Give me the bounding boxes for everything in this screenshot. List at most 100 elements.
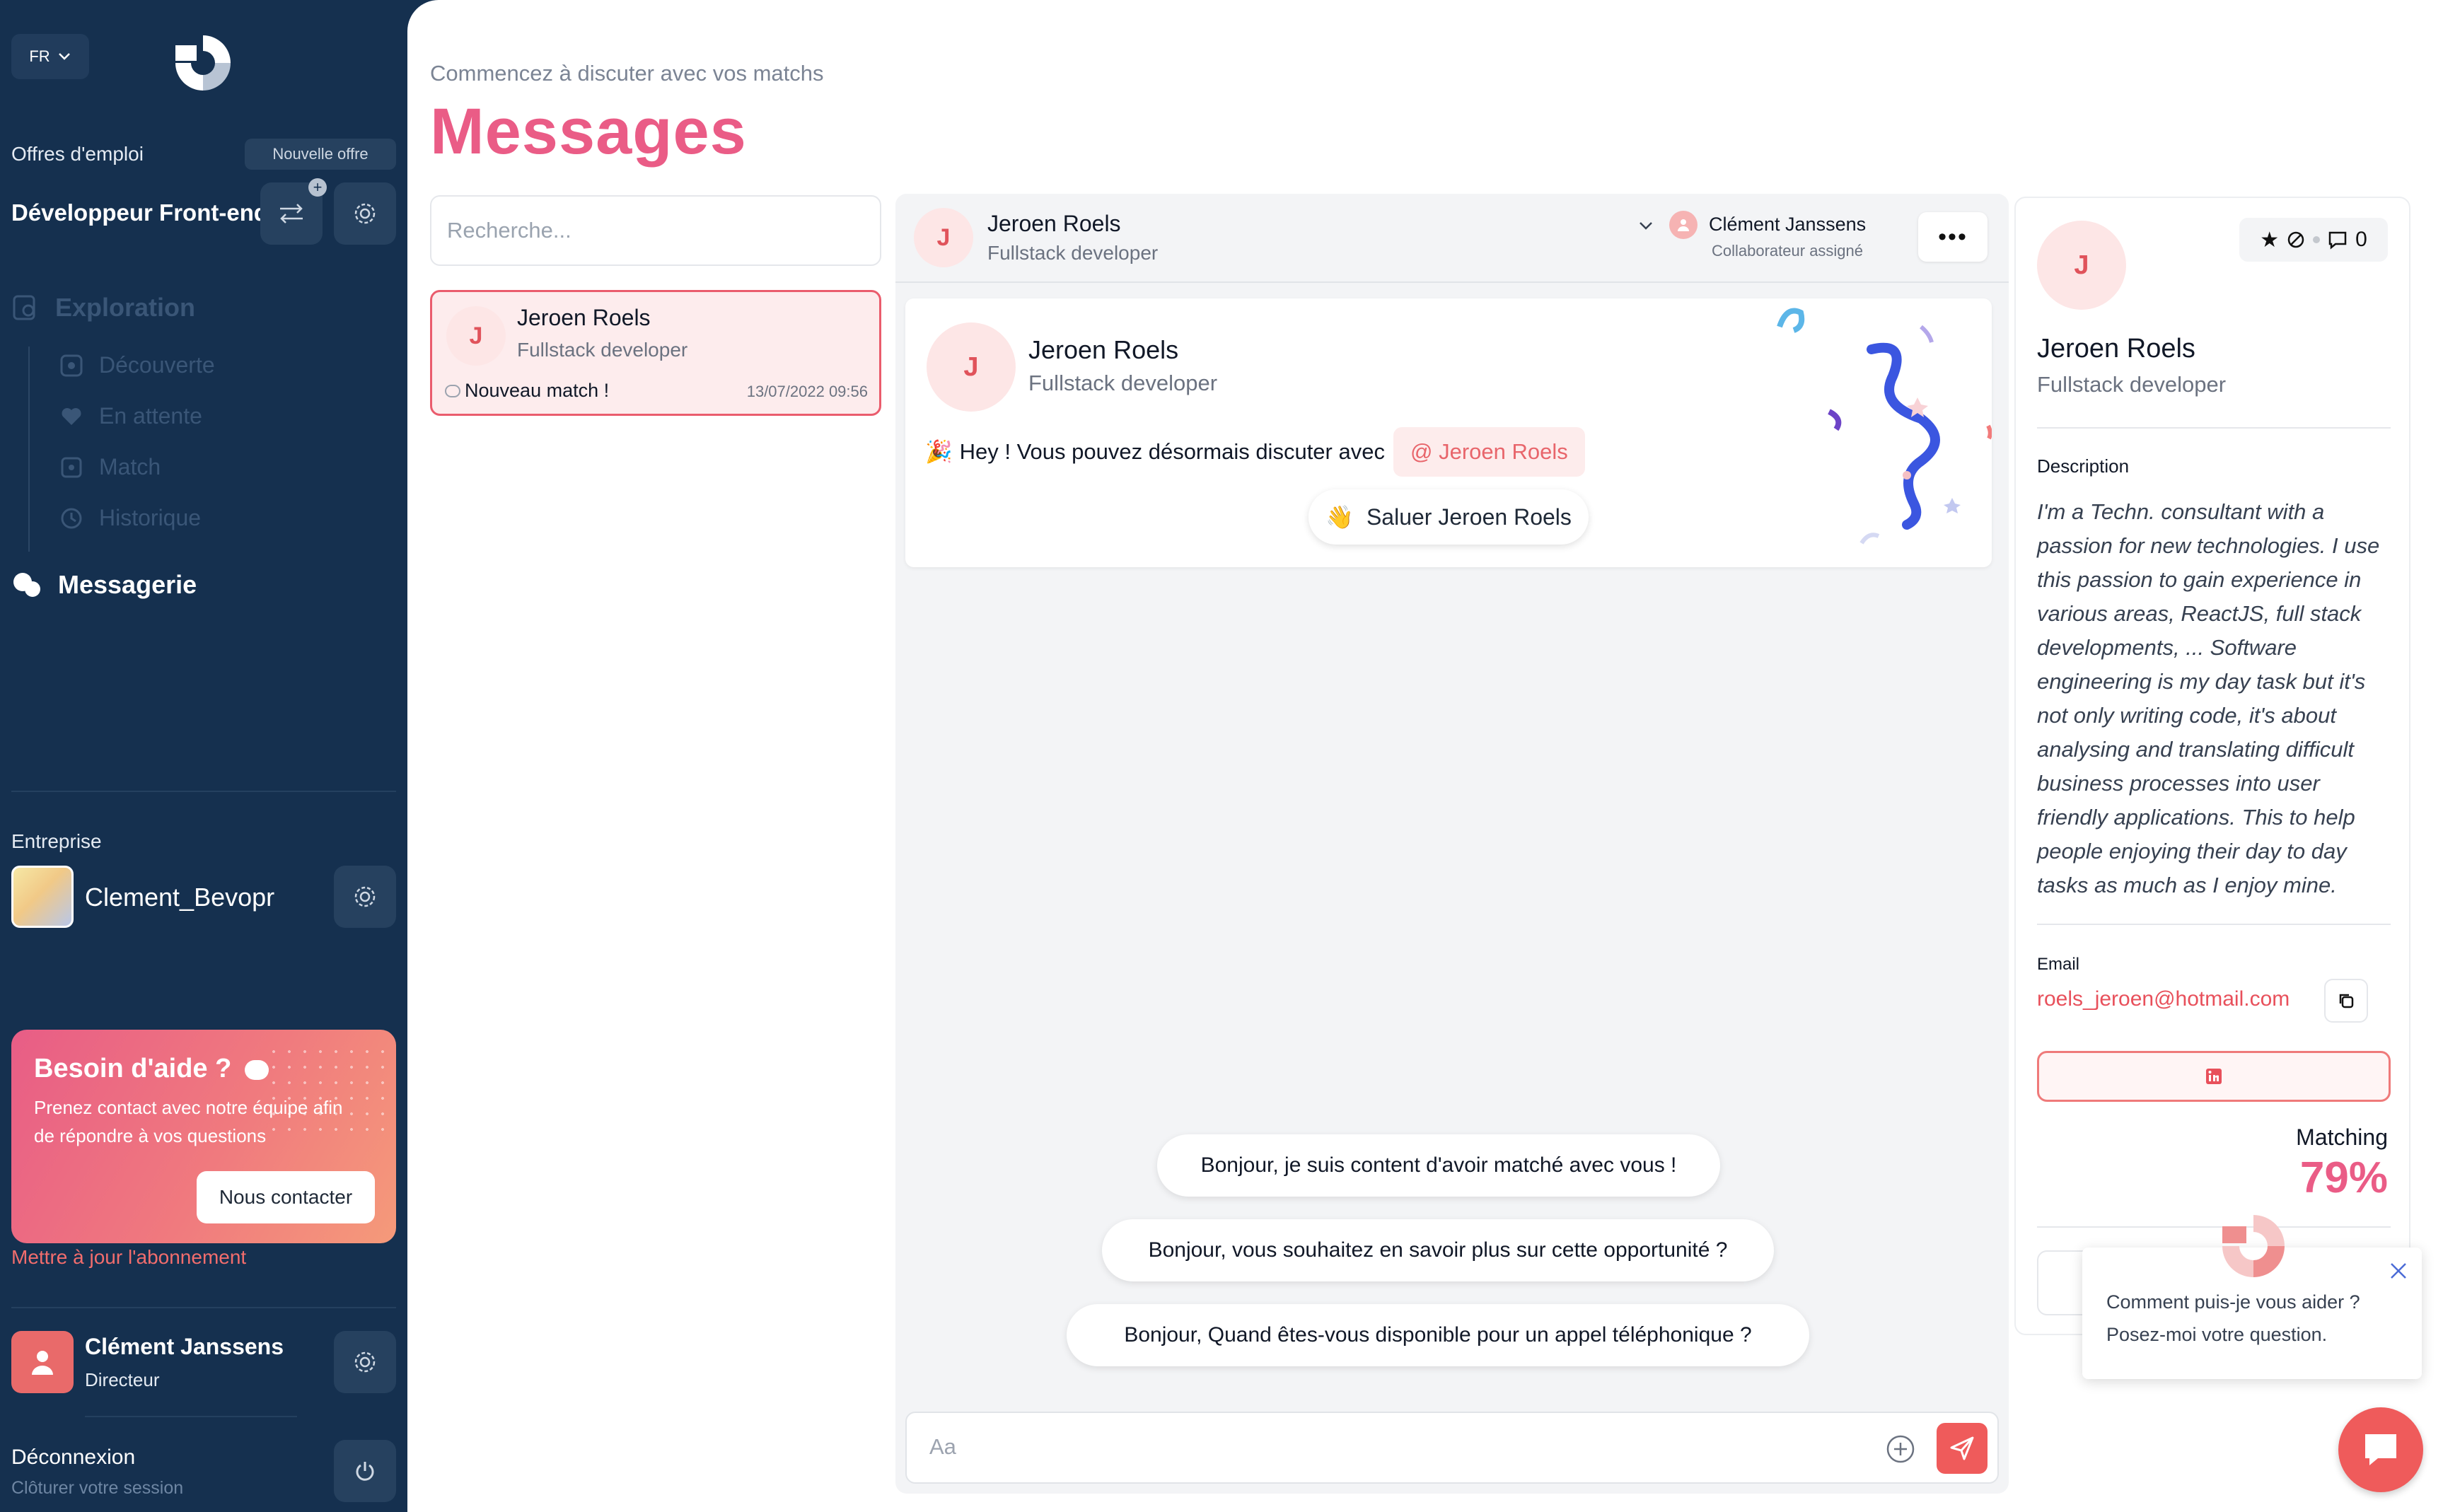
heart-icon: [62, 407, 81, 425]
email-label: Email: [2037, 955, 2080, 974]
nav-exploration[interactable]: Exploration: [11, 293, 195, 322]
email-link[interactable]: roels_jeroen@hotmail.com: [2037, 987, 2290, 1011]
message-composer[interactable]: Aa: [905, 1412, 1999, 1484]
waving-hand-icon: 👋: [1325, 504, 1354, 530]
nav-waiting-label: En attente: [99, 403, 202, 429]
help-title: Besoin d'aide ?: [34, 1054, 269, 1084]
comment-icon[interactable]: [2327, 230, 2348, 250]
company-label: Entreprise: [11, 830, 102, 852]
more-options-button[interactable]: •••: [1918, 212, 1988, 262]
send-icon: [1950, 1436, 1974, 1460]
star-icon[interactable]: ★: [2260, 228, 2279, 252]
suggestion-chip[interactable]: Bonjour, je suis content d'avoir matché …: [1157, 1134, 1720, 1197]
speech-bubble-icon: [445, 384, 460, 397]
profile-divider: [2037, 1226, 2391, 1228]
nav-tree-line: [28, 347, 30, 552]
gear-icon: [354, 886, 376, 907]
gear-icon: [354, 1351, 376, 1373]
language-label: FR: [29, 47, 50, 65]
block-icon[interactable]: [2286, 230, 2306, 250]
sidebar-divider: [11, 791, 396, 792]
profile-stats: ★ 0: [2239, 218, 2388, 262]
chat-panel: J Jeroen Roels Fullstack developer Cléme…: [895, 194, 2009, 1494]
sidebar-divider: [85, 1416, 297, 1417]
widget-line-2: Posez-moi votre question.: [2106, 1324, 2328, 1345]
greet-button[interactable]: 👋 Saluer Jeroen Roels: [1308, 489, 1589, 545]
assignee-label: Collaborateur assigné: [1712, 242, 1864, 260]
assignee-selector[interactable]: Clément Janssens Collaborateur assigné: [1638, 211, 1879, 267]
chat-header-role: Fullstack developer: [987, 242, 1159, 264]
chat-bubble-icon: [2365, 1434, 2396, 1465]
nav-exploration-label: Exploration: [55, 293, 196, 322]
conversation-role: Fullstack developer: [517, 339, 688, 361]
company-settings-button[interactable]: [334, 866, 396, 928]
contact-button[interactable]: Nous contacter: [197, 1171, 375, 1223]
suggestion-chip[interactable]: Bonjour, Quand êtes-vous disponible pour…: [1067, 1304, 1809, 1366]
match-card: J Jeroen Roels Fullstack developer 🎉 Hey…: [905, 298, 1992, 567]
profile-divider: [2037, 427, 2391, 429]
mention-tag[interactable]: @ Jeroen Roels: [1393, 427, 1585, 477]
language-selector[interactable]: FR: [11, 34, 89, 79]
more-icon: •••: [1938, 223, 1968, 250]
switch-job-button[interactable]: +: [260, 178, 327, 245]
history-icon: [61, 508, 82, 528]
main-content: Commencez à discuter avec vos matchs Mes…: [407, 0, 2443, 1512]
suggestion-chip[interactable]: Bonjour, vous souhaitez en savoir plus s…: [1102, 1219, 1774, 1281]
chat-header-name: Jeroen Roels: [987, 211, 1121, 236]
help-card: Besoin d'aide ? Prenez contact avec notr…: [11, 1030, 396, 1243]
sidebar: FR Offres d'emploi Nouvelle offre Dévelo…: [0, 0, 407, 1512]
current-job-title[interactable]: Développeur Front-end: [11, 199, 268, 226]
gear-icon: [354, 203, 376, 224]
nav-messaging-label: Messagerie: [58, 570, 197, 599]
user-role: Directeur: [85, 1369, 160, 1390]
page-title: Messages: [430, 95, 747, 168]
logout-button[interactable]: [334, 1440, 396, 1502]
user-avatar[interactable]: [11, 1331, 74, 1393]
exploration-icon: [13, 295, 35, 320]
chevron-down-icon: [1640, 222, 1652, 230]
nav-history[interactable]: Historique: [59, 505, 201, 531]
nav-history-label: Historique: [99, 505, 202, 530]
confetti-decoration: [1777, 308, 1992, 545]
nav-waiting[interactable]: En attente: [59, 403, 202, 429]
user-settings-button[interactable]: [334, 1331, 396, 1393]
matching-label: Matching: [2296, 1124, 2388, 1150]
message-input[interactable]: Aa: [929, 1434, 956, 1460]
nav-messaging[interactable]: Messagerie: [11, 570, 197, 600]
nav-match-label: Match: [99, 454, 161, 479]
separator-dot-icon: [2313, 236, 2321, 243]
company-logo: [11, 866, 74, 928]
description-text: I'm a Techn. consultant with a passion f…: [2037, 499, 2380, 897]
conversation-item[interactable]: J Jeroen Roels Fullstack developer Nouve…: [430, 290, 881, 416]
plus-badge-icon: +: [308, 178, 327, 197]
conversation-preview: Nouveau match !: [445, 380, 609, 402]
profile-role: Fullstack developer: [2037, 372, 2227, 397]
nav-match[interactable]: Match: [59, 454, 161, 480]
swap-icon: [280, 204, 303, 223]
match-card-avatar: J: [927, 322, 1016, 412]
chat-launcher-button[interactable]: [2338, 1407, 2423, 1492]
conversation-search-input[interactable]: Recherche...: [430, 195, 881, 266]
matching-score: 79%: [2299, 1153, 2388, 1202]
new-offer-button[interactable]: Nouvelle offre: [245, 139, 396, 170]
widget-line-1: Comment puis-je vous aider ?: [2106, 1291, 2360, 1313]
assistant-logo-icon: [2222, 1215, 2285, 1277]
sidebar-divider: [11, 1307, 396, 1308]
conversation-avatar: J: [446, 306, 506, 366]
logout-title: Déconnexion: [11, 1446, 136, 1469]
close-icon[interactable]: [2388, 1260, 2409, 1281]
add-attachment-icon[interactable]: [1886, 1434, 1915, 1464]
chat-bubbles-icon: [13, 573, 40, 597]
nav-discover[interactable]: Découverte: [59, 352, 215, 378]
job-offers-label: Offres d'emploi: [11, 143, 144, 165]
conversation-date: 13/07/2022 09:56: [746, 383, 868, 400]
send-button[interactable]: [1937, 1423, 1988, 1474]
chevron-down-icon: [58, 53, 70, 60]
copy-email-button[interactable]: [2324, 979, 2368, 1023]
profile-divider: [2037, 924, 2391, 925]
company-name: Clement_Bevopr: [85, 883, 275, 912]
upgrade-subscription-link[interactable]: Mettre à jour l'abonnement: [11, 1246, 246, 1269]
linkedin-button[interactable]: [2037, 1051, 2391, 1102]
user-icon: [1678, 219, 1689, 231]
job-settings-button[interactable]: [334, 182, 396, 245]
